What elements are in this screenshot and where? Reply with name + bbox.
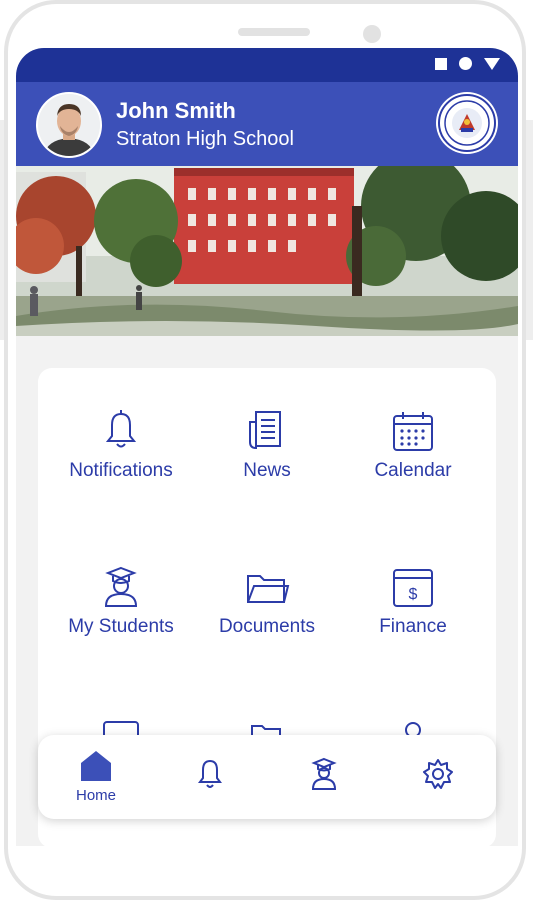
bottom-navigation: Home: [38, 735, 496, 819]
nav-settings[interactable]: [398, 757, 478, 791]
home-circle-icon: [459, 57, 472, 70]
svg-text:$: $: [409, 586, 418, 603]
menu-item-label: News: [243, 460, 291, 481]
school-name: Straton High School: [116, 128, 294, 150]
profile-header: John Smith Straton High School: [16, 82, 518, 166]
app-screen: John Smith Straton High School Notificat…: [16, 48, 518, 846]
avatar-portrait: [38, 94, 100, 156]
school-crest-logo: [436, 92, 498, 154]
menu-item-my-students[interactable]: My Students: [46, 564, 196, 664]
menu-item-calendar[interactable]: Calendar: [338, 408, 488, 508]
home-icon: [81, 751, 111, 781]
nav-home-label: Home: [75, 787, 116, 804]
avatar[interactable]: [36, 92, 102, 158]
menu-item-label: Documents: [218, 616, 316, 637]
news-icon: [249, 411, 281, 450]
phone-camera: [363, 25, 381, 43]
crest-icon: [438, 94, 496, 152]
menu-item-news[interactable]: News: [192, 408, 342, 508]
nav-notifications[interactable]: [170, 757, 250, 791]
folder-icon: [247, 575, 290, 603]
student-icon: [311, 757, 337, 790]
calendar-icon: [393, 412, 433, 451]
finance-icon: $: [393, 569, 433, 607]
user-name: John Smith: [116, 98, 236, 123]
gear-icon: [423, 759, 453, 789]
recents-icon: [435, 57, 447, 70]
phone-speaker: [238, 28, 310, 36]
status-icons: [435, 57, 500, 70]
menu-item-label: Finance: [379, 616, 447, 637]
campus-illustration: [16, 166, 518, 336]
menu-item-finance[interactable]: $ Finance: [338, 564, 488, 664]
back-triangle-icon: [484, 57, 500, 70]
menu-item-documents[interactable]: Documents: [192, 564, 342, 664]
menu-item-label: Calendar: [374, 460, 452, 481]
bell-icon: [105, 410, 137, 448]
campus-photo: [16, 166, 518, 336]
bell-icon: [198, 759, 222, 788]
menu-item-label: Notifications: [69, 460, 173, 481]
nav-home[interactable]: Home: [56, 749, 136, 804]
student-icon: [104, 566, 138, 607]
status-bar: [16, 48, 518, 82]
menu-item-label: My Students: [68, 616, 174, 637]
menu-item-notifications[interactable]: Notifications: [46, 408, 196, 508]
nav-students[interactable]: [284, 757, 364, 791]
